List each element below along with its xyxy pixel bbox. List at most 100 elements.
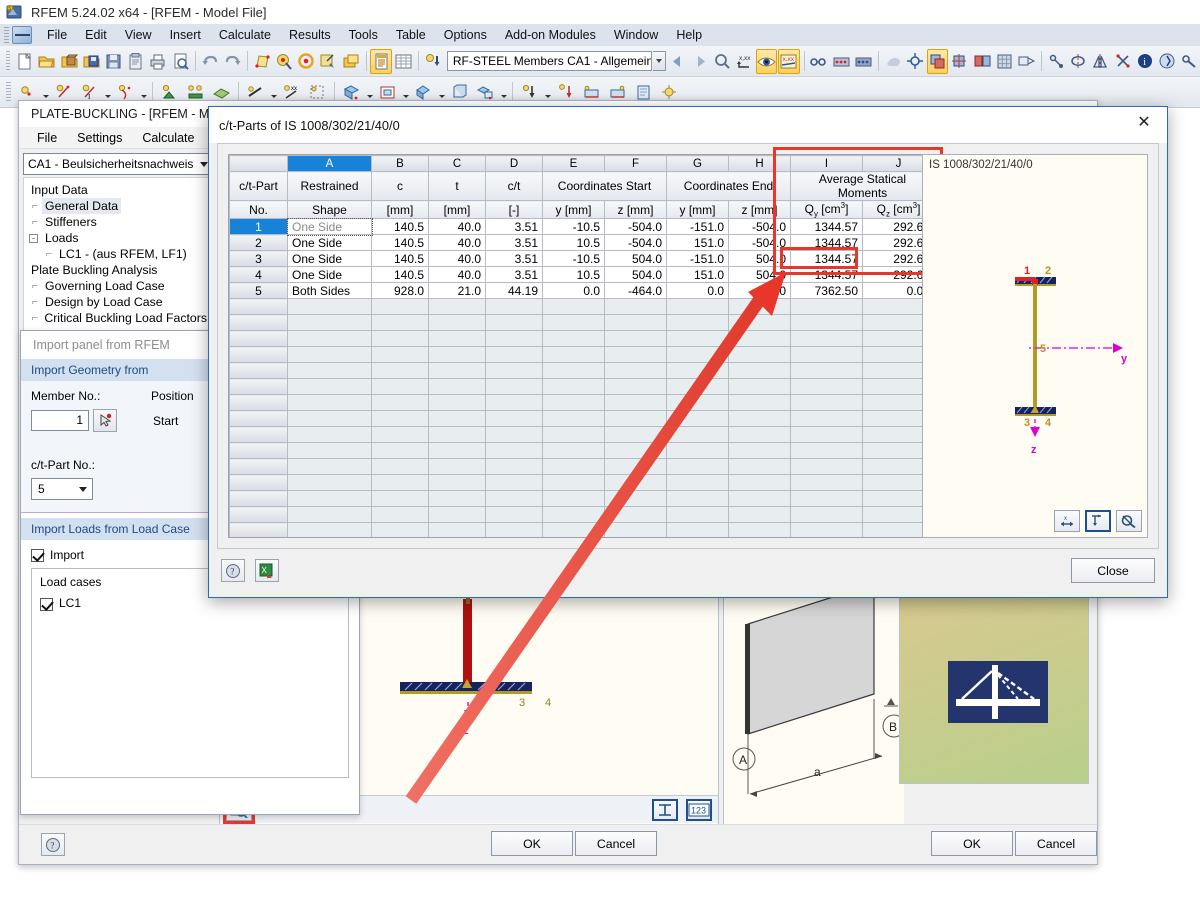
table-grid-icon[interactable]: [393, 49, 414, 74]
cell-empty[interactable]: [728, 474, 791, 492]
cell-empty[interactable]: [604, 506, 667, 524]
cell-empty[interactable]: [862, 362, 927, 380]
table-row-empty[interactable]: [229, 442, 927, 460]
cell-empty[interactable]: [485, 314, 543, 332]
cell-empty[interactable]: [229, 346, 288, 364]
cell-empty[interactable]: [229, 394, 288, 412]
table-row[interactable]: 2 One Side 140.5 40.0 3.51 10.5 -504.0 151.0 -50…: [229, 234, 927, 252]
cell-empty[interactable]: [790, 474, 863, 492]
tree-item[interactable]: - Loads: [26, 230, 210, 246]
column-header-F[interactable]: F: [604, 155, 667, 172]
cell-t[interactable]: 40.0: [428, 250, 486, 268]
cell-empty[interactable]: [790, 314, 863, 332]
select-window-icon[interactable]: [318, 49, 339, 74]
import-data-icon[interactable]: [423, 49, 444, 74]
cell-empty[interactable]: [666, 314, 729, 332]
cell-empty[interactable]: [485, 426, 543, 444]
cell-qy[interactable]: 1344.57: [790, 266, 863, 284]
cell-empty[interactable]: [862, 442, 927, 460]
cell-ze[interactable]: -504.0: [728, 234, 791, 252]
settings-icon[interactable]: [1157, 49, 1178, 74]
mirror-axis-icon[interactable]: [1090, 49, 1111, 74]
rotate-icon[interactable]: [949, 49, 970, 74]
calc-icon[interactable]: [831, 49, 852, 74]
cell-empty[interactable]: [862, 314, 927, 332]
cell-empty[interactable]: [542, 410, 605, 428]
cell-empty[interactable]: [485, 362, 543, 380]
cell-empty[interactable]: [728, 378, 791, 396]
result-diagram-icon[interactable]: x.xx: [778, 48, 800, 74]
table-panel-icon[interactable]: [370, 48, 392, 74]
cell-zs[interactable]: 504.0: [604, 266, 667, 284]
help-icon[interactable]: ?: [221, 559, 245, 582]
cell-empty[interactable]: [728, 490, 791, 508]
cell-zs[interactable]: -504.0: [604, 234, 667, 252]
table-row-empty[interactable]: [229, 362, 927, 380]
column-header-corner[interactable]: [229, 155, 288, 172]
cell-empty[interactable]: [229, 314, 288, 332]
column-header-J[interactable]: J: [862, 155, 927, 172]
tree-item[interactable]: ⌐ General Data: [26, 198, 210, 214]
pb-ok-button[interactable]: OK: [491, 831, 573, 856]
column-header-C[interactable]: C: [428, 155, 486, 172]
cell-qy[interactable]: 1344.57: [790, 218, 863, 236]
cell-empty[interactable]: [287, 458, 372, 476]
pb-menu-calculate[interactable]: Calculate: [132, 129, 204, 147]
cell-empty[interactable]: [287, 314, 372, 332]
cell-empty[interactable]: [428, 362, 486, 380]
cell-empty[interactable]: [229, 330, 288, 348]
menu-file[interactable]: File: [38, 26, 76, 44]
design-case-combo[interactable]: CA1 - Beulsicherheitsnachweis: [23, 153, 213, 175]
cell-empty[interactable]: [287, 442, 372, 460]
cell-t[interactable]: 40.0: [428, 266, 486, 284]
cell-empty[interactable]: [287, 490, 372, 508]
cell-empty[interactable]: [542, 362, 605, 380]
menubar-grip[interactable]: [4, 27, 9, 43]
export-excel-icon[interactable]: X: [255, 559, 279, 582]
cell-empty[interactable]: [604, 410, 667, 428]
list-item[interactable]: LC1: [40, 596, 340, 611]
cell-empty[interactable]: [728, 426, 791, 444]
cell-empty[interactable]: [371, 378, 429, 396]
cell-empty[interactable]: [666, 410, 729, 428]
new-file-icon[interactable]: [14, 49, 35, 74]
cell-empty[interactable]: [604, 314, 667, 332]
toolbar-grip-2[interactable]: [6, 82, 11, 102]
cell-ye[interactable]: 151.0: [666, 266, 729, 284]
cell-empty[interactable]: [666, 362, 729, 380]
print-icon[interactable]: [147, 49, 168, 74]
nav-next-icon[interactable]: [690, 49, 711, 74]
row-number[interactable]: 3: [229, 250, 288, 268]
table-row-empty[interactable]: [229, 474, 927, 492]
cell-empty[interactable]: [428, 426, 486, 444]
pb-menu-file[interactable]: File: [27, 129, 67, 147]
cell-empty[interactable]: [862, 394, 927, 412]
cell-empty[interactable]: [728, 362, 791, 380]
load-cases-list[interactable]: Load cases LC1: [31, 568, 349, 779]
cell-empty[interactable]: [229, 426, 288, 444]
cell-empty[interactable]: [485, 378, 543, 396]
cell-empty[interactable]: [790, 490, 863, 508]
result-value-icon[interactable]: x,xx: [734, 49, 755, 74]
cell-empty[interactable]: [604, 522, 667, 537]
cell-empty[interactable]: [229, 298, 288, 316]
cell-empty[interactable]: [485, 522, 543, 537]
cell-empty[interactable]: [542, 458, 605, 476]
cell-empty[interactable]: [666, 346, 729, 364]
cell-empty[interactable]: [542, 522, 605, 537]
cell-empty[interactable]: [862, 346, 927, 364]
table-row-empty[interactable]: [229, 378, 927, 396]
cell-empty[interactable]: [728, 410, 791, 428]
calc-all-icon[interactable]: [853, 49, 874, 74]
grid-icon[interactable]: [994, 49, 1015, 74]
cell-ct[interactable]: 3.51: [485, 234, 543, 252]
cell-restrained-shape[interactable]: One Side: [286, 217, 373, 236]
table-row-empty[interactable]: [229, 346, 927, 364]
cell-qz[interactable]: 292.65: [862, 266, 927, 284]
cell-empty[interactable]: [728, 298, 791, 316]
cell-empty[interactable]: [790, 298, 863, 316]
cell-empty[interactable]: [542, 298, 605, 316]
toolbar-grip-1[interactable]: [6, 51, 11, 71]
cell-empty[interactable]: [428, 394, 486, 412]
cell-empty[interactable]: [666, 522, 729, 537]
